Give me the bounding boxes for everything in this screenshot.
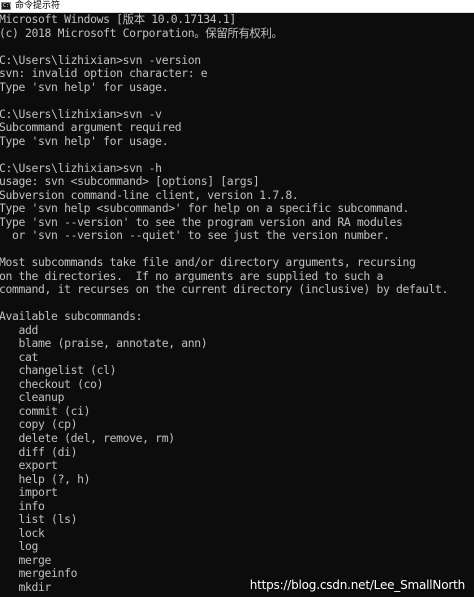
console-line: C:\Users\lizhixian>svn -h: [0, 160, 162, 175]
console-line: list (ls): [0, 512, 78, 527]
console-line: lock: [0, 525, 45, 540]
console-line: Type 'svn --version' to see the program …: [0, 214, 403, 229]
console-line: merge: [0, 552, 52, 567]
console-line: diff (di): [0, 444, 78, 459]
console-line: Type 'svn help' for usage.: [0, 133, 169, 148]
console-line: copy (cp): [0, 417, 78, 432]
console-line: log: [0, 539, 39, 554]
console-line: commit (ci): [0, 403, 91, 418]
console-line: info: [0, 498, 45, 513]
console-line: cat: [0, 349, 39, 364]
console-line: Most subcommands take file and/or direct…: [0, 255, 416, 270]
console-line: on the directories. If no arguments are …: [0, 268, 383, 283]
console-line: Subversion command-line client, version …: [0, 187, 299, 202]
console-line: command, it recurses on the current dire…: [0, 282, 449, 297]
console-line: add: [0, 322, 39, 337]
console-line: blame (praise, annotate, ann): [0, 336, 208, 351]
console-line: Subcommand argument required: [0, 120, 182, 135]
window-title: 命令提示符: [15, 1, 61, 11]
console-line: cleanup: [0, 390, 65, 405]
console-line: import: [0, 485, 58, 500]
console-lines: Microsoft Windows [版本 10.0.17134.1] (c) …: [0, 12, 474, 594]
cmd-icon: C:\: [1, 2, 13, 10]
console-line: usage: svn <subcommand> [options] [args]: [0, 174, 260, 189]
console-line: (c) 2018 Microsoft Corporation。保留所有权利。: [0, 25, 283, 40]
console-line: checkout (co): [0, 376, 104, 391]
console-line: changelist (cl): [0, 363, 117, 378]
console-line: Type 'svn help <subcommand>' for help on…: [0, 201, 409, 216]
console-line: Type 'svn help' for usage.: [0, 79, 169, 94]
console-line: help (?, h): [0, 471, 91, 486]
watermark-url: https://blog.csdn.net/Lee_SmallNorth: [249, 578, 465, 592]
console-line: export: [0, 458, 58, 473]
console-line: Microsoft Windows [版本 10.0.17134.1]: [0, 12, 236, 26]
console-line: C:\Users\lizhixian>svn -v: [0, 106, 162, 121]
console-output[interactable]: Microsoft Windows [版本 10.0.17134.1] (c) …: [0, 12, 474, 597]
console-line: delete (del, remove, rm): [0, 430, 176, 445]
console-line: or 'svn --version --quiet' to see just t…: [0, 228, 390, 243]
console-line: Available subcommands:: [0, 309, 143, 324]
console-line: C:\Users\lizhixian>svn -version: [0, 52, 201, 67]
console-line: svn: invalid option character: e: [0, 66, 208, 81]
